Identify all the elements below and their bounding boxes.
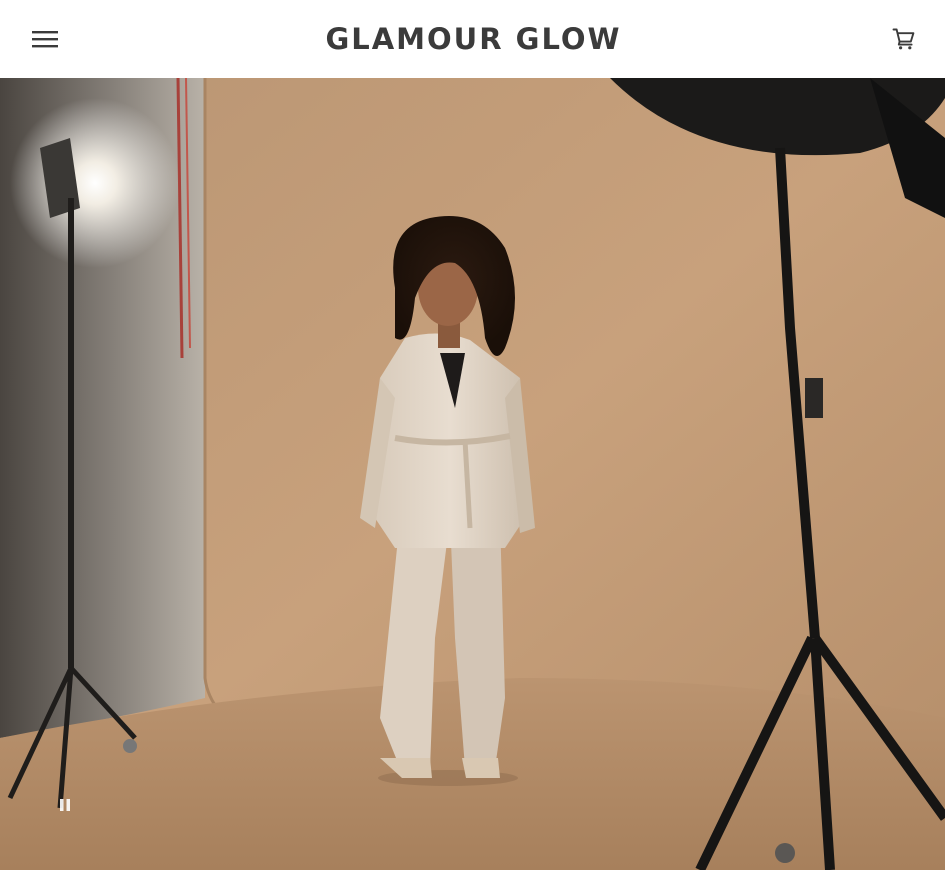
hero-video[interactable] [0, 78, 945, 870]
site-header: GLAMOUR GLOW [0, 0, 945, 78]
menu-button[interactable] [30, 24, 60, 54]
brand-container: GLAMOUR GLOW [0, 0, 945, 78]
pause-icon [60, 799, 70, 811]
video-pause-button[interactable] [52, 792, 78, 818]
brand-logo[interactable]: GLAMOUR GLOW [325, 22, 621, 56]
hero-video-frame [0, 78, 945, 870]
hamburger-menu-icon [32, 31, 58, 48]
shopping-cart-icon [892, 28, 915, 50]
cart-button[interactable] [889, 24, 919, 54]
